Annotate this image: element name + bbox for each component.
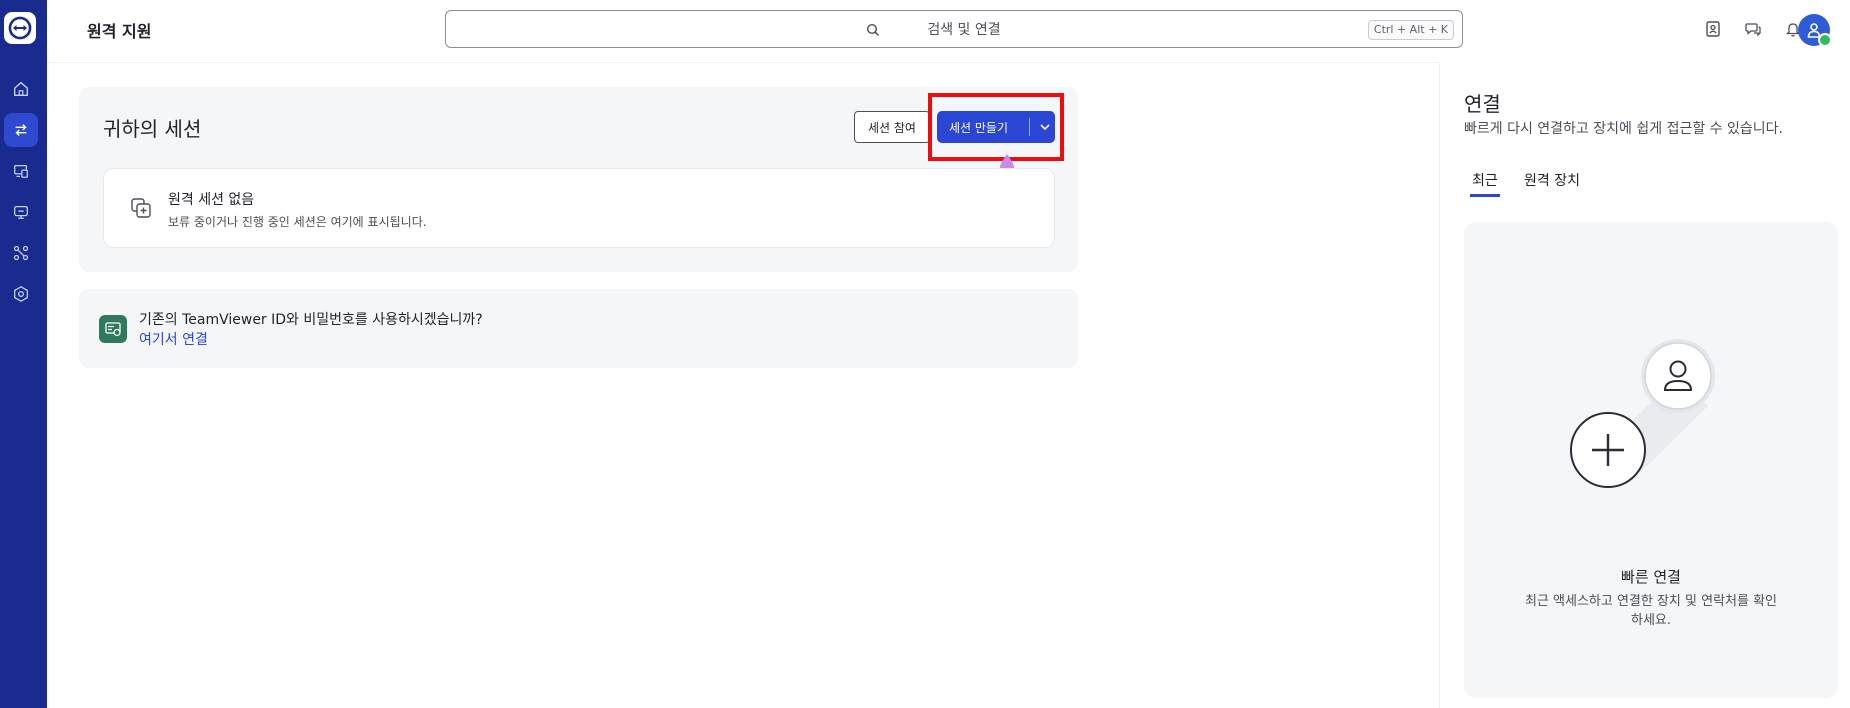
- contacts-icon[interactable]: [1704, 20, 1722, 38]
- nav-devices[interactable]: [4, 154, 38, 188]
- create-session-label: 세션 만들기: [949, 120, 1009, 135]
- nav-rail: [0, 0, 47, 708]
- nav-remote-support[interactable]: [4, 113, 38, 147]
- active-tab-indicator: [1470, 194, 1500, 197]
- sessions-title: 귀하의 세션: [103, 117, 202, 141]
- sessions-icon: [14, 205, 28, 219]
- connections-panel: 연결 빠르게 다시 연결하고 장치에 쉽게 접근할 수 있습니다. 최근 원격 …: [1439, 62, 1850, 708]
- quick-connect-description: 최근 액세스하고 연결한 장치 및 연락처를 확인하세요.: [1524, 594, 1778, 628]
- top-header: 원격 지원 검색 및 연결 Ctrl + Alt + K: [47, 0, 1850, 63]
- remote-swap-icon: [15, 124, 27, 136]
- chat-icon[interactable]: [1744, 20, 1762, 38]
- page-title: 원격 지원: [87, 22, 152, 41]
- quick-connect-title: 빠른 연결: [1621, 568, 1681, 586]
- id-connect-icon: [99, 315, 127, 343]
- tab-recent[interactable]: 최근: [1472, 170, 1498, 190]
- integrations-icon: [13, 245, 29, 261]
- avatar[interactable]: [1798, 14, 1832, 47]
- nav-integrations[interactable]: [4, 236, 38, 270]
- add-session-icon: [131, 198, 151, 218]
- devices-icon: [14, 164, 28, 178]
- button-divider: [1029, 118, 1030, 136]
- search-icon: [866, 23, 880, 37]
- nav-home[interactable]: [4, 72, 38, 106]
- quick-connect-card: 빠른 연결 최근 액세스하고 연결한 장치 및 연락처를 확인하세요.: [1464, 222, 1838, 698]
- home-icon: [14, 81, 28, 96]
- search-placeholder: 검색 및 연결: [927, 22, 1001, 38]
- empty-description: 보류 중이거나 진행 중인 세션은 여기에 표시됩니다.: [168, 215, 427, 229]
- nav-settings[interactable]: [4, 277, 38, 311]
- nav-sessions[interactable]: [4, 195, 38, 229]
- quick-connect-illustration: [1570, 339, 1715, 488]
- search-shortcut-badge: Ctrl + Alt + K: [1367, 20, 1454, 40]
- sessions-card: 귀하의 세션 세션 참여 세션 만들기 원격 세션 없음 보류 중이거나 진행 …: [79, 87, 1078, 272]
- empty-title: 원격 세션 없음: [168, 192, 255, 208]
- settings-icon: [14, 286, 28, 302]
- create-session-button[interactable]: 세션 만들기: [937, 111, 1055, 143]
- search-input[interactable]: 검색 및 연결 Ctrl + Alt + K: [445, 10, 1463, 48]
- presence-status-badge: [1818, 33, 1832, 47]
- legacy-question-text: 기존의 TeamViewer ID와 비밀번호를 사용하시겠습니까?: [139, 312, 483, 328]
- connections-subtitle: 빠르게 다시 연결하고 장치에 쉽게 접근할 수 있습니다.: [1464, 121, 1783, 137]
- empty-sessions-box: 원격 세션 없음 보류 중이거나 진행 중인 세션은 여기에 표시됩니다.: [103, 168, 1055, 248]
- legacy-id-card: 기존의 TeamViewer ID와 비밀번호를 사용하시겠습니까? 여기서 연…: [79, 289, 1078, 368]
- tab-remote-devices[interactable]: 원격 장치: [1524, 170, 1580, 190]
- connect-here-link[interactable]: 여기서 연결: [139, 329, 208, 349]
- chevron-down-icon[interactable]: [1038, 120, 1052, 134]
- connections-title: 연결: [1464, 92, 1501, 116]
- join-session-button[interactable]: 세션 참여: [854, 111, 930, 143]
- teamviewer-logo-icon[interactable]: [4, 12, 36, 44]
